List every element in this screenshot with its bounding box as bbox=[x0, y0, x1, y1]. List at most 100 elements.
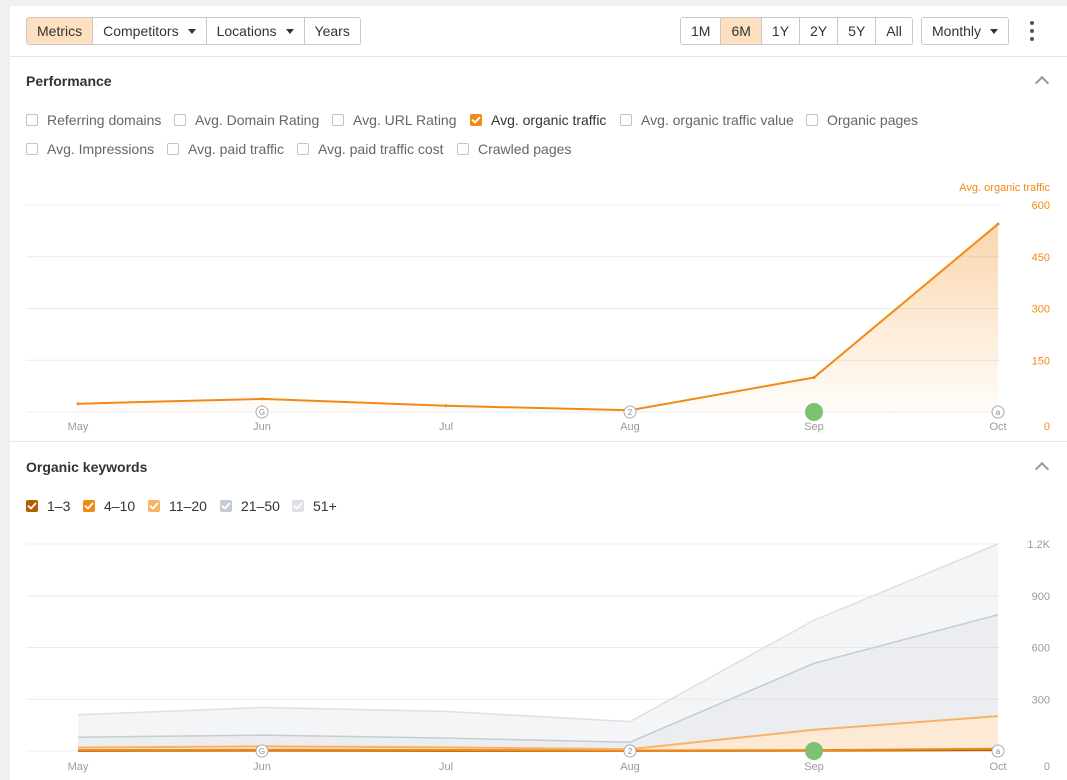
metric-toggle-organic-pages[interactable]: Organic pages bbox=[806, 112, 918, 128]
metric-toggle-avg-url-rating[interactable]: Avg. URL Rating bbox=[332, 112, 457, 128]
checkbox-checked-icon[interactable] bbox=[26, 500, 38, 512]
caret-down-icon bbox=[285, 28, 294, 34]
performance-title: Performance bbox=[26, 73, 112, 89]
checkbox-icon[interactable] bbox=[332, 114, 344, 126]
x-tick-label: Jun bbox=[253, 421, 271, 433]
checkbox-icon[interactable] bbox=[26, 143, 38, 155]
metric-toggle-label: Referring domains bbox=[47, 112, 162, 128]
data-point[interactable] bbox=[812, 376, 816, 379]
checkbox-icon[interactable] bbox=[167, 143, 179, 155]
checkbox-checked-icon[interactable] bbox=[148, 500, 160, 512]
y-tick-label: 0 bbox=[1044, 761, 1050, 773]
annotation-marker-label: a bbox=[996, 747, 1001, 756]
range-2y-button[interactable]: 2Y bbox=[799, 18, 838, 44]
view-competitors-dropdown[interactable]: Competitors bbox=[92, 18, 206, 44]
metric-toggle-avg-domain-rating[interactable]: Avg. Domain Rating bbox=[174, 112, 319, 128]
keyword-range-toggle-4-10[interactable]: 4–10 bbox=[83, 498, 135, 514]
annotation-marker[interactable]: G bbox=[255, 405, 269, 419]
range-1m-button[interactable]: 1M bbox=[681, 18, 721, 44]
metric-toggle-avg-impressions[interactable]: Avg. Impressions bbox=[26, 141, 154, 157]
checkbox-icon[interactable] bbox=[297, 143, 309, 155]
metric-toggle-referring-domains[interactable]: Referring domains bbox=[26, 112, 161, 128]
chevron-up-icon[interactable] bbox=[1034, 75, 1050, 91]
series-legend-label: Avg. organic traffic bbox=[959, 182, 1050, 194]
x-tick-label: Sep bbox=[804, 761, 824, 773]
y-tick-label: 600 bbox=[1032, 643, 1050, 655]
annotation-marker[interactable]: 2 bbox=[623, 405, 637, 419]
x-tick-label: Aug bbox=[620, 421, 640, 433]
metric-toggle-label: Organic pages bbox=[827, 112, 919, 128]
view-locations-label: Locations bbox=[216, 23, 277, 39]
x-tick-label: May bbox=[68, 421, 89, 433]
annotation-marker[interactable]: a bbox=[991, 405, 1005, 419]
checkbox-icon[interactable] bbox=[806, 114, 818, 126]
site-explorer-overview-panel: Metrics Competitors Locations Years 1M 6… bbox=[10, 6, 1067, 780]
metric-toggle-label: Avg. paid traffic cost bbox=[318, 141, 444, 157]
metric-toggle-label: Avg. paid traffic bbox=[188, 141, 284, 157]
event-dot-marker[interactable] bbox=[805, 403, 823, 421]
checkbox-checked-icon[interactable] bbox=[470, 114, 482, 126]
view-metrics-button[interactable]: Metrics bbox=[27, 18, 93, 44]
chevron-up-icon[interactable] bbox=[1034, 461, 1050, 477]
metric-toggle-avg-organic-traffic[interactable]: Avg. organic traffic bbox=[470, 112, 606, 128]
range-all-button[interactable]: All bbox=[875, 18, 912, 44]
keyword-range-toggle-1-3[interactable]: 1–3 bbox=[26, 498, 70, 514]
x-tick-label: Jun bbox=[253, 761, 271, 773]
metric-toggle-avg-organic-traffic-value[interactable]: Avg. organic traffic value bbox=[620, 112, 794, 128]
series-area bbox=[78, 223, 998, 412]
view-competitors-label: Competitors bbox=[103, 23, 179, 39]
metric-toggle-avg-paid-traffic-cost[interactable]: Avg. paid traffic cost bbox=[297, 141, 444, 157]
interval-button[interactable]: Monthly bbox=[922, 18, 1009, 44]
annotation-marker[interactable]: 2 bbox=[623, 744, 637, 758]
checkbox-icon[interactable] bbox=[26, 114, 38, 126]
view-years-button[interactable]: Years bbox=[303, 18, 360, 44]
annotation-marker[interactable]: G bbox=[255, 744, 269, 758]
checkbox-icon[interactable] bbox=[174, 114, 186, 126]
metric-toggle-crawled-pages[interactable]: Crawled pages bbox=[457, 141, 571, 157]
x-tick-label: Aug bbox=[620, 761, 640, 773]
metric-toggle-avg-paid-traffic[interactable]: Avg. paid traffic bbox=[167, 141, 284, 157]
x-tick-label: Jul bbox=[439, 421, 453, 433]
metric-toggle-label: Crawled pages bbox=[478, 141, 572, 157]
metric-toggle-label: Avg. organic traffic bbox=[491, 112, 607, 128]
checkbox-icon[interactable] bbox=[457, 143, 469, 155]
caret-down-icon bbox=[187, 28, 196, 34]
kebab-menu-icon[interactable] bbox=[1025, 21, 1039, 41]
section-divider bbox=[10, 441, 1067, 442]
keyword-range-toggle-21-50[interactable]: 21–50 bbox=[220, 498, 280, 514]
checkbox-checked-icon[interactable] bbox=[292, 500, 304, 512]
keyword-range-label: 11–20 bbox=[169, 498, 207, 514]
checkbox-checked-icon[interactable] bbox=[83, 500, 95, 512]
checkbox-icon[interactable] bbox=[620, 114, 632, 126]
range-5y-label: 5Y bbox=[848, 23, 866, 39]
range-1m-label: 1M bbox=[691, 23, 711, 39]
annotation-marker-label: 2 bbox=[628, 408, 633, 417]
range-all-label: All bbox=[886, 23, 902, 39]
data-point[interactable] bbox=[996, 222, 1000, 226]
range-5y-button[interactable]: 5Y bbox=[837, 18, 876, 44]
view-years-label: Years bbox=[314, 23, 350, 39]
annotation-marker-label: a bbox=[996, 408, 1001, 417]
keyword-range-toggle-51[interactable]: 51+ bbox=[292, 498, 337, 514]
interval-dropdown[interactable]: Monthly bbox=[921, 17, 1010, 45]
view-locations-dropdown[interactable]: Locations bbox=[205, 18, 304, 44]
keyword-range-label: 1–3 bbox=[47, 498, 71, 514]
keyword-range-toggle-11-20[interactable]: 11–20 bbox=[148, 498, 207, 514]
organic-keywords-title: Organic keywords bbox=[26, 459, 148, 475]
annotation-marker[interactable]: a bbox=[991, 744, 1005, 758]
x-tick-label: Oct bbox=[989, 421, 1006, 433]
toolbar: Metrics Competitors Locations Years 1M 6… bbox=[10, 6, 1067, 57]
data-point[interactable] bbox=[260, 397, 264, 401]
y-tick-label: 150 bbox=[1032, 355, 1050, 367]
range-1y-label: 1Y bbox=[771, 23, 790, 39]
performance-chart: Avg. organic traffic 0 150 300 450 600 May Jun J… bbox=[26, 182, 1050, 433]
keyword-range-label: 4–10 bbox=[104, 498, 136, 514]
range-1y-button[interactable]: 1Y bbox=[760, 18, 800, 44]
interval-label: Monthly bbox=[932, 23, 982, 39]
event-dot-marker[interactable] bbox=[805, 742, 823, 760]
checkbox-checked-icon[interactable] bbox=[220, 500, 232, 512]
data-point[interactable] bbox=[76, 402, 80, 406]
data-point[interactable] bbox=[444, 404, 448, 408]
annotation-marker-label: G bbox=[259, 747, 265, 756]
range-6m-button[interactable]: 6M bbox=[720, 18, 761, 44]
